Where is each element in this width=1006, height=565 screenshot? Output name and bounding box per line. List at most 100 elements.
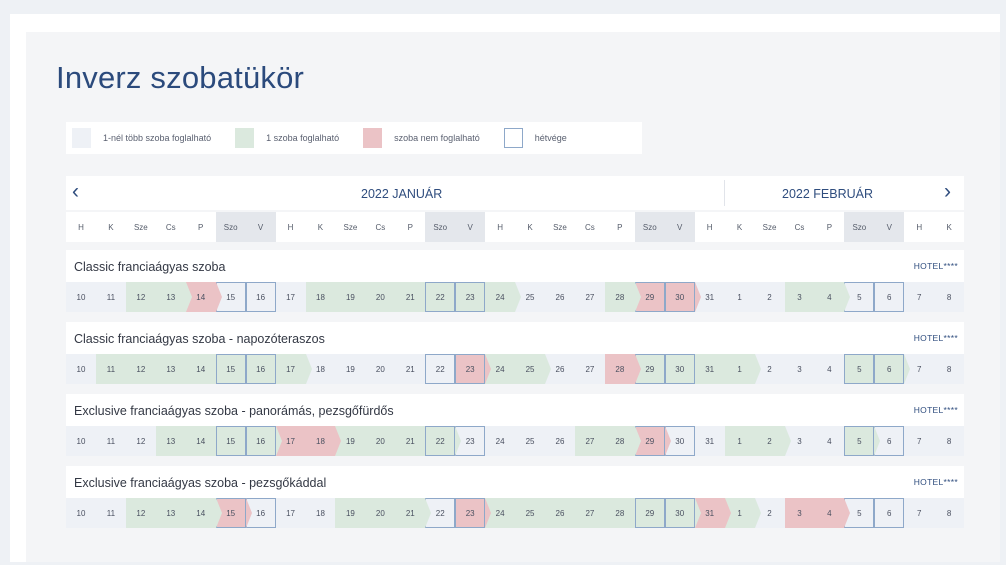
day-cell[interactable]: 2 xyxy=(754,426,791,456)
day-cell[interactable]: 13 xyxy=(155,426,186,456)
day-cell[interactable]: 31 xyxy=(694,426,725,456)
day-cell[interactable]: 14 xyxy=(185,426,216,456)
day-cell[interactable]: 6 xyxy=(874,282,905,312)
day-cell[interactable]: 1 xyxy=(724,426,755,456)
day-cell[interactable]: 19 xyxy=(335,282,366,312)
day-cell[interactable]: 12 xyxy=(125,354,156,384)
day-cell[interactable]: 11 xyxy=(95,498,126,528)
day-cell[interactable]: 20 xyxy=(365,282,396,312)
day-cell[interactable]: 19 xyxy=(335,498,366,528)
day-cell[interactable]: 15 xyxy=(215,426,246,456)
day-cell[interactable]: 6 xyxy=(874,354,911,384)
prev-month-icon[interactable]: ‹ xyxy=(72,180,79,204)
day-cell[interactable]: 16 xyxy=(245,354,276,384)
day-cell[interactable]: 12 xyxy=(125,498,156,528)
day-cell[interactable]: 13 xyxy=(155,354,186,384)
day-cell[interactable]: 26 xyxy=(545,426,575,456)
room-name[interactable]: Exclusive franciaágyas szoba - pezsgőkád… xyxy=(74,476,326,490)
day-cell[interactable]: 18 xyxy=(305,426,342,456)
day-cell[interactable]: 1 xyxy=(724,354,761,384)
day-cell[interactable]: 27 xyxy=(574,426,605,456)
day-cell[interactable]: 26 xyxy=(545,498,575,528)
day-cell[interactable]: 28 xyxy=(604,282,641,312)
day-cell[interactable]: 12 xyxy=(125,426,156,456)
room-name[interactable]: Classic franciaágyas szoba xyxy=(74,260,225,274)
day-cell[interactable]: 24 xyxy=(485,282,521,312)
day-cell[interactable]: 5 xyxy=(844,426,881,456)
day-cell[interactable]: 4 xyxy=(814,282,851,312)
day-cell[interactable]: 21 xyxy=(395,282,426,312)
day-cell[interactable]: 17 xyxy=(275,282,306,312)
day-cell[interactable]: 13 xyxy=(155,282,192,312)
day-cell[interactable]: 24 xyxy=(485,426,516,456)
day-cell[interactable]: 30 xyxy=(664,282,701,312)
day-cell[interactable]: 13 xyxy=(155,498,186,528)
day-cell[interactable]: 21 xyxy=(395,426,426,456)
day-cell[interactable]: 31 xyxy=(694,354,725,384)
day-cell[interactable]: 4 xyxy=(814,426,845,456)
day-cell[interactable]: 11 xyxy=(95,282,126,312)
day-cell[interactable]: 20 xyxy=(365,498,396,528)
day-cell[interactable]: 12 xyxy=(125,282,156,312)
day-cell[interactable]: 3 xyxy=(784,282,815,312)
day-cell[interactable]: 7 xyxy=(904,426,935,456)
day-cell[interactable]: 8 xyxy=(934,498,965,528)
day-cell[interactable]: 21 xyxy=(395,498,432,528)
day-cell[interactable]: 3 xyxy=(784,354,815,384)
day-cell[interactable]: 23 xyxy=(455,282,486,312)
day-cell[interactable]: 19 xyxy=(335,354,366,384)
day-cell[interactable]: 29 xyxy=(634,498,665,528)
day-cell[interactable]: 17 xyxy=(275,354,312,384)
day-cell[interactable]: 27 xyxy=(574,354,605,384)
day-cell[interactable]: 22 xyxy=(425,354,456,384)
day-cell[interactable]: 21 xyxy=(395,354,426,384)
day-cell[interactable]: 17 xyxy=(275,498,306,528)
day-cell[interactable]: 4 xyxy=(814,354,845,384)
day-cell[interactable]: 10 xyxy=(66,426,96,456)
hotel-rating: HOTEL**** xyxy=(913,477,958,487)
day-cell[interactable]: 10 xyxy=(66,282,96,312)
day-cell[interactable]: 25 xyxy=(515,426,545,456)
day-cell[interactable]: 7 xyxy=(904,498,935,528)
room-name[interactable]: Exclusive franciaágyas szoba - panorámás… xyxy=(74,404,394,418)
day-cell[interactable]: 14 xyxy=(185,354,216,384)
day-cell[interactable]: 8 xyxy=(934,354,965,384)
day-cell[interactable]: 20 xyxy=(365,426,396,456)
day-cell[interactable]: 15 xyxy=(215,354,246,384)
day-cell[interactable]: 18 xyxy=(305,498,336,528)
day-cell[interactable]: 4 xyxy=(814,498,851,528)
day-cell[interactable]: 28 xyxy=(604,354,641,384)
day-cell[interactable]: 25 xyxy=(515,498,545,528)
day-cell[interactable]: 30 xyxy=(664,498,701,528)
day-cell[interactable]: 5 xyxy=(844,354,875,384)
room-name[interactable]: Classic franciaágyas szoba - napozóteras… xyxy=(74,332,325,346)
day-cell[interactable]: 3 xyxy=(784,498,815,528)
day-cell[interactable]: 28 xyxy=(604,426,641,456)
day-cell[interactable]: 18 xyxy=(305,282,336,312)
day-cell[interactable]: 23 xyxy=(455,354,492,384)
day-cell[interactable]: 27 xyxy=(574,282,605,312)
day-cell[interactable]: 20 xyxy=(365,354,396,384)
day-cell[interactable]: 22 xyxy=(425,282,456,312)
day-cell[interactable]: 8 xyxy=(934,282,965,312)
day-cell[interactable]: 7 xyxy=(904,282,935,312)
day-cell[interactable]: 11 xyxy=(95,354,126,384)
day-cell[interactable]: 22 xyxy=(425,426,462,456)
day-cell[interactable]: 25 xyxy=(515,354,551,384)
day-cell[interactable]: 26 xyxy=(545,282,575,312)
day-cell[interactable]: 23 xyxy=(455,498,492,528)
day-cell[interactable]: 16 xyxy=(245,282,276,312)
day-cell[interactable]: 27 xyxy=(574,498,605,528)
day-cell[interactable]: 14 xyxy=(185,498,222,528)
day-cell[interactable]: 11 xyxy=(95,426,126,456)
day-cell[interactable]: 8 xyxy=(934,426,965,456)
day-cell[interactable]: 6 xyxy=(874,498,905,528)
day-cell[interactable]: 16 xyxy=(245,426,282,456)
day-cell[interactable]: 10 xyxy=(66,498,96,528)
day-cell[interactable]: 28 xyxy=(604,498,635,528)
day-cell[interactable]: 1 xyxy=(724,282,755,312)
next-month-icon[interactable]: › xyxy=(944,180,951,204)
day-cell[interactable]: 2 xyxy=(754,282,785,312)
day-cell[interactable]: 30 xyxy=(664,354,695,384)
day-cell[interactable]: 10 xyxy=(66,354,96,384)
